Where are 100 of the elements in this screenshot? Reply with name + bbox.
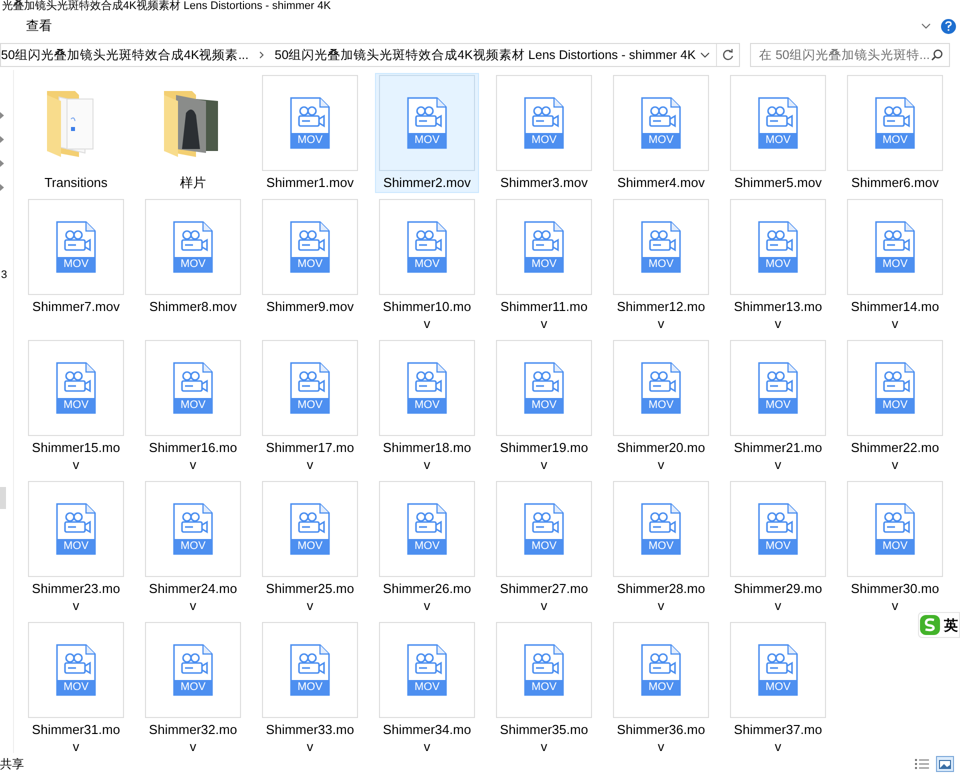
file-type-label: MOV [642, 398, 680, 413]
breadcrumb-segment[interactable]: 50组闪光叠加镜头光斑特效合成4K视频素材 Lens Distortions - shimmer 4K [274, 46, 696, 64]
file-name: Shimmer33.mov [264, 721, 356, 755]
file-item[interactable]: MOV Shimmer36.mov [609, 620, 713, 757]
file-item[interactable]: MOV Shimmer29.mov [726, 479, 830, 616]
chevron-down-icon[interactable] [921, 23, 931, 29]
file-type-label: MOV [408, 398, 446, 413]
search-field[interactable]: 在 50组闪光叠加镜头光斑特... [750, 43, 950, 67]
large-icons-view-button[interactable] [936, 756, 954, 772]
address-bar[interactable]: 50组闪光叠加镜头光斑特效合成4K视频素... 50组闪光叠加镜头光斑特效合成4K视频素材 Lens Distortions - shimmer 4K [0, 43, 740, 67]
file-name: Shimmer6.mov [850, 174, 940, 191]
file-item[interactable]: MOV Shimmer37.mov [726, 620, 830, 757]
file-item[interactable]: MOV Shimmer14.mov [843, 197, 947, 334]
file-item[interactable]: MOV Shimmer22.mov [843, 338, 947, 475]
file-item[interactable]: MOV Shimmer8.mov [141, 197, 245, 334]
file-name: Shimmer14.mov [850, 298, 940, 332]
file-name: Shimmer7.mov [31, 298, 121, 315]
file-item[interactable]: MOV Shimmer35.mov [492, 620, 596, 757]
file-item[interactable]: MOV Shimmer31.mov [24, 620, 128, 757]
file-item[interactable]: MOV Shimmer28.mov [609, 479, 713, 616]
file-item[interactable]: MOV Shimmer27.mov [492, 479, 596, 616]
file-item[interactable]: MOV Shimmer10.mov [375, 197, 479, 334]
file-name: Shimmer30.mov [850, 580, 940, 614]
file-type-label: MOV [642, 257, 680, 272]
file-name: Shimmer37.mov [732, 721, 824, 755]
file-name: Shimmer5.mov [733, 174, 823, 191]
file-name: Shimmer12.mov [616, 298, 706, 332]
file-name: Shimmer31.mov [30, 721, 122, 755]
file-item[interactable]: MOV Shimmer3.mov [492, 73, 596, 193]
file-name: Shimmer26.mov [382, 580, 472, 614]
file-item[interactable]: MOV Shimmer11.mov [492, 197, 596, 334]
file-type-label: MOV [759, 398, 797, 413]
file-item[interactable]: MOV Shimmer24.mov [141, 479, 245, 616]
file-item[interactable]: MOV Shimmer5.mov [726, 73, 830, 193]
file-type-label: MOV [525, 398, 563, 413]
file-name: Shimmer16.mov [148, 439, 238, 473]
file-name: Shimmer11.mov [499, 298, 589, 332]
file-type-label: MOV [759, 257, 797, 272]
scrollbar-thumb[interactable] [0, 487, 6, 509]
file-name: Shimmer3.mov [499, 174, 589, 191]
file-type-label: MOV [876, 257, 914, 272]
folder-item[interactable]: Transitions [24, 73, 128, 193]
file-name: Shimmer32.mov [148, 721, 238, 755]
file-type-label: MOV [876, 133, 914, 148]
file-item[interactable]: MOV Shimmer12.mov [609, 197, 713, 334]
file-name: Shimmer9.mov [265, 298, 355, 315]
file-name: Shimmer34.mov [382, 721, 472, 755]
file-name: Shimmer13.mov [732, 298, 824, 332]
file-item[interactable]: MOV Shimmer7.mov [24, 197, 128, 334]
file-name: Shimmer15.mov [30, 439, 122, 473]
file-type-label: MOV [57, 680, 95, 695]
details-view-icon[interactable] [914, 758, 930, 770]
file-type-label: MOV [408, 680, 446, 695]
file-item[interactable]: MOV Shimmer1.mov [258, 73, 362, 193]
file-item[interactable]: MOV Shimmer9.mov [258, 197, 362, 334]
file-name: Shimmer35.mov [498, 721, 590, 755]
file-item[interactable]: MOV Shimmer25.mov [258, 479, 362, 616]
file-item[interactable]: MOV Shimmer17.mov [258, 338, 362, 475]
chevron-down-icon[interactable] [700, 52, 710, 58]
file-item[interactable]: MOV Shimmer32.mov [141, 620, 245, 757]
file-item[interactable]: MOV Shimmer21.mov [726, 338, 830, 475]
file-name: Shimmer20.mov [616, 439, 706, 473]
file-name: Shimmer2.mov [382, 174, 472, 191]
file-type-label: MOV [291, 257, 329, 272]
breadcrumb-segment[interactable]: 50组闪光叠加镜头光斑特效合成4K视频素... [1, 46, 249, 64]
file-item[interactable]: MOV Shimmer20.mov [609, 338, 713, 475]
file-name: Shimmer8.mov [148, 298, 238, 315]
search-icon[interactable] [931, 49, 943, 61]
file-item[interactable]: MOV Shimmer16.mov [141, 338, 245, 475]
expand-arrow-icon[interactable] [0, 160, 4, 167]
file-item[interactable]: MOV Shimmer34.mov [375, 620, 479, 757]
file-item[interactable]: MOV Shimmer13.mov [726, 197, 830, 334]
ime-badge[interactable]: 英 [918, 612, 960, 638]
file-item[interactable]: MOV Shimmer4.mov [609, 73, 713, 193]
refresh-icon[interactable] [722, 49, 734, 61]
file-item[interactable]: MOV Shimmer19.mov [492, 338, 596, 475]
file-item[interactable]: MOV Shimmer6.mov [843, 73, 947, 193]
file-type-label: MOV [408, 133, 446, 148]
file-type-label: MOV [57, 398, 95, 413]
file-type-label: MOV [57, 257, 95, 272]
file-name: Shimmer29.mov [732, 580, 824, 614]
file-type-label: MOV [291, 680, 329, 695]
folder-item[interactable]: 样片 [141, 73, 245, 193]
file-type-label: MOV [525, 680, 563, 695]
file-item[interactable]: MOV Shimmer33.mov [258, 620, 362, 757]
file-item[interactable]: MOV Shimmer26.mov [375, 479, 479, 616]
file-type-label: MOV [876, 539, 914, 554]
help-icon[interactable] [941, 18, 956, 34]
file-name: Shimmer25.mov [264, 580, 356, 614]
file-item[interactable]: MOV Shimmer18.mov [375, 338, 479, 475]
file-type-label: MOV [174, 680, 212, 695]
expand-arrow-icon[interactable] [0, 184, 4, 191]
file-item[interactable]: MOV Shimmer2.mov [375, 73, 479, 193]
file-type-label: MOV [291, 398, 329, 413]
expand-arrow-icon[interactable] [0, 136, 4, 143]
expand-arrow-icon[interactable] [0, 112, 4, 119]
file-item[interactable]: MOV Shimmer23.mov [24, 479, 128, 616]
file-item[interactable]: MOV Shimmer15.mov [24, 338, 128, 475]
chevron-right-icon [258, 51, 265, 59]
ribbon-tab[interactable]: 查看 [26, 16, 52, 36]
